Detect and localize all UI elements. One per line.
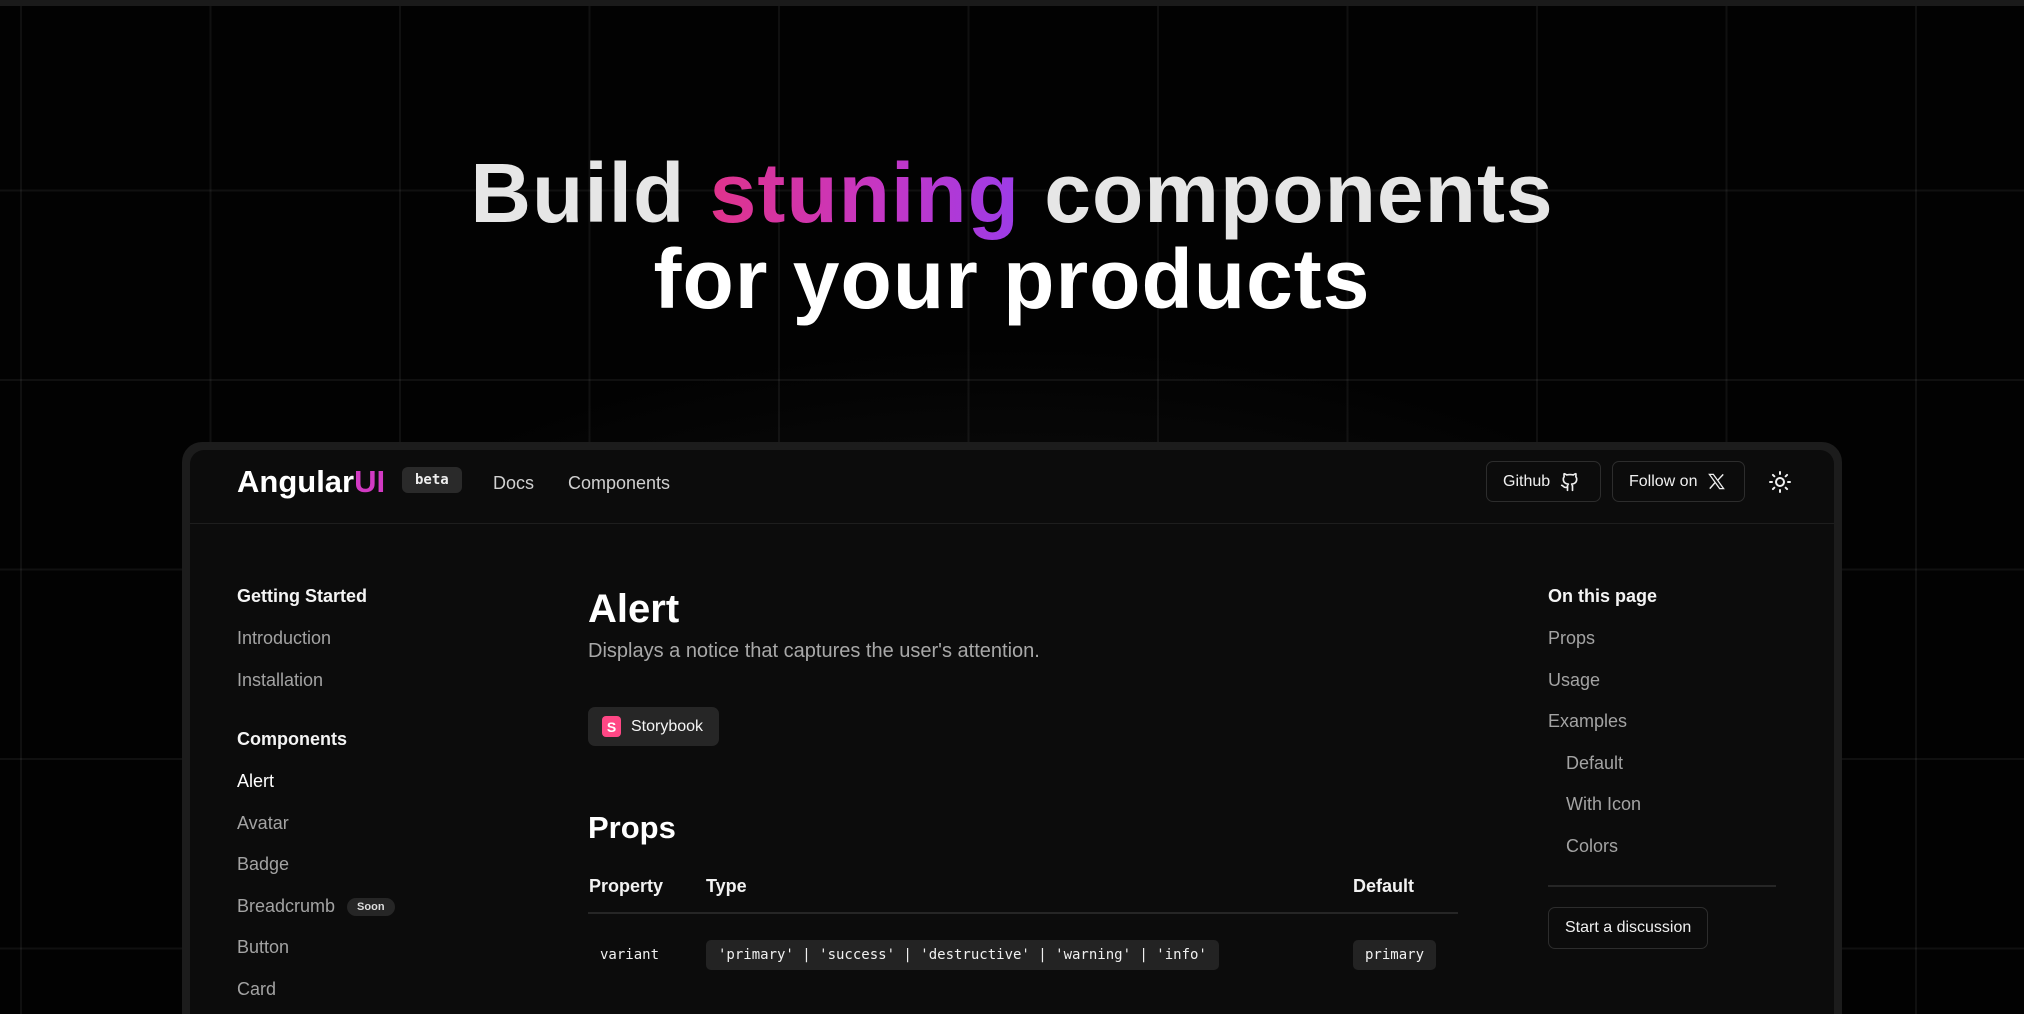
app-window: AngularUI beta Docs Components Github Fo… <box>190 450 1834 1014</box>
page-description: Displays a notice that captures the user… <box>588 640 1040 662</box>
github-icon <box>1560 472 1580 492</box>
sidebar-item-label: Alert <box>237 771 275 791</box>
column-header-type: Type <box>706 876 747 896</box>
storybook-icon: S <box>602 716 621 737</box>
x-logo-icon <box>1707 472 1726 491</box>
toc-divider <box>1548 885 1776 887</box>
top-border <box>0 0 2024 6</box>
sidebar-item-installation[interactable]: Installation <box>237 670 537 712</box>
toc-item-usage[interactable]: Usage <box>1548 670 1778 712</box>
follow-x-button[interactable]: Follow on <box>1612 461 1745 502</box>
sidebar-item-badge[interactable]: Badge <box>237 854 537 896</box>
sidebar-item-label: Card <box>237 978 277 999</box>
sidebar-section-components: Components <box>237 729 347 749</box>
toc-title: On this page <box>1548 586 1658 606</box>
sidebar-item-label: Avatar <box>237 812 289 833</box>
column-header-property: Property <box>589 876 664 896</box>
github-button[interactable]: Github <box>1486 461 1601 502</box>
table-header: Property Type Default <box>588 868 1458 914</box>
hero-heading: Build stuning components for your produc… <box>0 150 2024 322</box>
toc-item-default[interactable]: Default <box>1548 753 1778 795</box>
storybook-label: Storybook <box>631 717 704 735</box>
soon-badge: Soon <box>347 897 395 916</box>
top-navbar: AngularUI beta Docs Components Github Fo… <box>190 450 1834 524</box>
prop-default: primary <box>1353 940 1437 970</box>
sidebar-item-label: Button <box>237 937 290 957</box>
beta-badge: beta <box>402 467 462 493</box>
sun-icon[interactable] <box>1768 470 1792 499</box>
logo-main: Angular <box>237 464 355 499</box>
follow-label: Follow on <box>1629 472 1698 490</box>
github-label: Github <box>1503 472 1551 490</box>
sidebar-item-label: Installation <box>237 669 324 690</box>
hero-line-1: Build stuning components <box>0 150 2024 236</box>
hero-text-build: Build <box>470 146 710 240</box>
sidebar-item-introduction[interactable]: Introduction <box>237 628 537 670</box>
logo[interactable]: AngularUI <box>237 464 385 500</box>
toc-item-props[interactable]: Props <box>1548 628 1778 670</box>
table-row: variant 'primary' | 'success' | 'destruc… <box>588 914 1458 988</box>
toc-item-examples[interactable]: Examples <box>1548 711 1778 753</box>
nav-docs-link[interactable]: Docs <box>493 473 534 494</box>
sidebar-item-card[interactable]: Card <box>237 979 537 1014</box>
landing-page: Build stuning components for your produc… <box>0 0 2024 1014</box>
sidebar-item-label: Breadcrumb <box>237 895 336 916</box>
sidebar-item-breadcrumb[interactable]: Breadcrumb Soon <box>237 896 537 938</box>
sidebar-section-getting-started: Getting Started <box>237 586 368 606</box>
column-header-default: Default <box>1353 876 1415 896</box>
props-table: Property Type Default variant 'primary' … <box>588 868 1458 988</box>
sidebar-item-avatar[interactable]: Avatar <box>237 813 537 855</box>
page-title: Alert <box>588 587 680 631</box>
prop-type: 'primary' | 'success' | 'destructive' | … <box>706 940 1219 970</box>
storybook-button[interactable]: S Storybook <box>588 707 720 746</box>
toc-item-with-icon[interactable]: With Icon <box>1548 794 1778 836</box>
sidebar-item-button[interactable]: Button <box>237 937 537 979</box>
sidebar-item-alert[interactable]: Alert <box>237 771 537 813</box>
hero-text-components: components <box>1019 146 1554 240</box>
docs-sidebar: Getting Started Introduction Installatio… <box>237 586 537 1014</box>
logo-accent: UI <box>354 464 386 499</box>
prop-name: variant <box>600 947 660 963</box>
props-heading: Props <box>588 810 676 845</box>
on-this-page-nav: On this page Props Usage Examples Defaul… <box>1548 586 1778 949</box>
toc-item-colors[interactable]: Colors <box>1548 836 1778 878</box>
start-discussion-button[interactable]: Start a discussion <box>1548 907 1709 949</box>
main-content: Alert Displays a notice that captures th… <box>588 586 1468 988</box>
hero-line-2: for your products <box>653 232 1371 326</box>
sidebar-item-label: Badge <box>237 854 290 874</box>
hero-highlight: stuning <box>709 146 1020 240</box>
sidebar-item-label: Introduction <box>237 628 332 648</box>
nav-components-link[interactable]: Components <box>568 473 670 494</box>
app-preview-frame: AngularUI beta Docs Components Github Fo… <box>182 442 1842 1014</box>
